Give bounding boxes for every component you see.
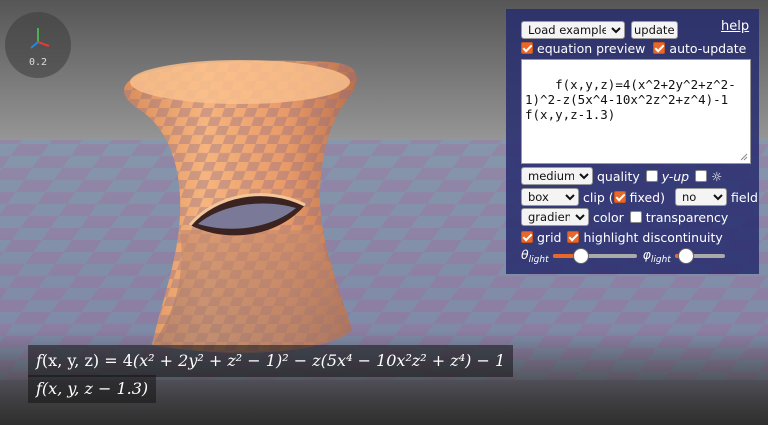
transparency-checkbox[interactable] xyxy=(629,211,642,223)
auto-update-label: auto-update xyxy=(669,40,747,56)
equation-preview-label: equation preview xyxy=(537,40,646,56)
phi-light-label: φlight xyxy=(642,247,671,265)
sun-checkbox[interactable] xyxy=(695,170,708,182)
color-row: gradient color transparency xyxy=(521,208,728,226)
quality-row: medium quality y-up ☼ xyxy=(521,167,722,185)
transparency-label: transparency xyxy=(645,209,729,225)
help-link[interactable]: help xyxy=(721,19,749,34)
clip-fixed-checkbox[interactable] xyxy=(613,191,626,203)
phi-slider-thumb[interactable] xyxy=(678,248,695,264)
zoom-scale-label: 0.2 xyxy=(28,57,48,68)
color-select[interactable]: gradient xyxy=(521,208,589,226)
preview-row: equation preview auto-update xyxy=(521,39,746,57)
quality-select[interactable]: medium xyxy=(521,167,593,185)
clip-select[interactable]: box xyxy=(521,188,579,206)
grid-label: grid xyxy=(537,229,562,245)
update-button[interactable]: update xyxy=(631,21,678,39)
grid-checkbox[interactable] xyxy=(521,231,533,243)
clip-row: box clip ( fixed) no field xyxy=(521,188,758,206)
clip-fixed-label: fixed) xyxy=(629,189,665,205)
clip-label: clip ( xyxy=(583,189,614,205)
field-label: field xyxy=(731,189,758,205)
light-row: θlight φlight xyxy=(521,247,725,265)
auto-update-checkbox[interactable] xyxy=(653,42,666,54)
theta-slider-thumb[interactable] xyxy=(573,248,589,264)
formula-line-1: f(x, y, z) = 4(x² + 2y² + z² − 1)² − z(5… xyxy=(28,345,514,377)
panel-top-row: Load example... update xyxy=(521,21,678,39)
phi-light-slider[interactable] xyxy=(674,247,725,265)
view-orientation-gizmo[interactable]: 0.2 xyxy=(5,12,71,78)
y-up-label: y-up xyxy=(661,168,690,184)
control-panel: Load example... update help equation pre… xyxy=(506,9,759,274)
color-label: color xyxy=(593,209,624,225)
field-select[interactable]: no xyxy=(675,188,727,206)
quality-label: quality xyxy=(597,168,640,184)
equation-text: f(x,y,z)=4(x^2+2y^2+z^2-1)^2-z(5x^4-10x^… xyxy=(525,77,736,122)
load-example-select[interactable]: Load example... xyxy=(521,21,625,39)
equation-textarea[interactable]: f(x,y,z)=4(x^2+2y^2+z^2-1)^2-z(5x^4-10x^… xyxy=(521,59,751,164)
sun-icon: ☼ xyxy=(711,168,723,184)
grid-row: grid highlight discontinuity xyxy=(521,228,723,246)
formula-line-2: f(x, y, z − 1.3) xyxy=(28,375,157,403)
highlight-label: highlight discontinuity xyxy=(583,229,723,245)
highlight-checkbox[interactable] xyxy=(567,231,580,243)
axes-icon xyxy=(30,28,50,49)
resize-grip-icon[interactable] xyxy=(740,153,748,161)
equation-preview-checkbox[interactable] xyxy=(521,42,533,54)
theta-light-slider[interactable] xyxy=(552,247,637,265)
theta-light-label: θlight xyxy=(521,247,549,265)
y-up-checkbox[interactable] xyxy=(645,170,658,182)
